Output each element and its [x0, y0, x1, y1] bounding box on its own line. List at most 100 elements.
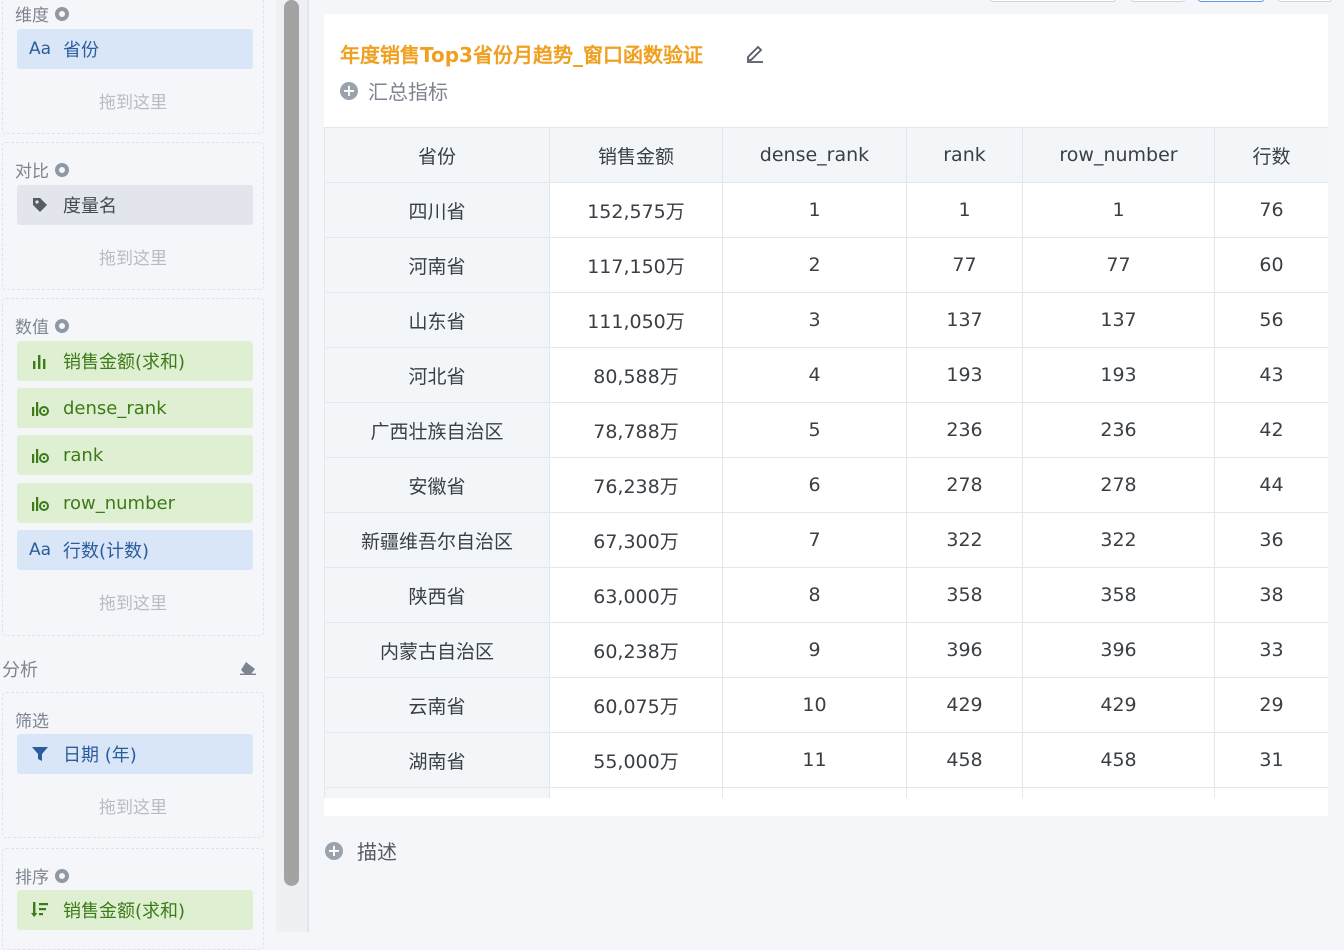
table-row: 四川省 152,575万 1 1 1 76 [324, 182, 1328, 238]
gear-icon[interactable] [55, 318, 69, 333]
table-cell: 3 [722, 292, 907, 348]
sort-icon [29, 901, 51, 919]
field-pill-row-count[interactable]: Aa 行数(计数) [17, 530, 253, 570]
panel-divider [308, 0, 309, 932]
table-cell: 193 [906, 347, 1023, 403]
row-header-cell: 河北省 [324, 347, 550, 403]
drop-zone[interactable]: 拖到这里 [3, 88, 263, 113]
sort-section: 排序 销售金额(求和) [2, 848, 264, 950]
table-cell: 396 [906, 622, 1023, 678]
table-row: 云南省 60,075万 10 429 429 29 [324, 677, 1328, 733]
values-title: 数值 [15, 318, 49, 338]
table-cell: 458 [1022, 732, 1215, 788]
table-row [324, 787, 1328, 798]
table-cell: 1 [722, 182, 907, 238]
field-pill-measure-name[interactable]: 度量名 [17, 185, 253, 225]
drop-zone[interactable]: 拖到这里 [3, 589, 263, 614]
field-pill-province[interactable]: Aa 省份 [17, 29, 253, 69]
field-pill-dense-rank[interactable]: dense_rank [17, 388, 253, 428]
row-header-cell: 新疆维吾尔自治区 [324, 512, 550, 568]
table-cell: 78,788万 [549, 402, 723, 458]
gear-icon[interactable] [55, 6, 69, 21]
filter-title: 筛选 [15, 712, 49, 732]
toolbar-button[interactable] [990, 0, 1116, 2]
table-cell: 1 [906, 182, 1023, 238]
tag-icon [29, 196, 51, 214]
table-cell [1022, 787, 1215, 798]
table-cell: 63,000万 [549, 567, 723, 623]
field-label: 度量名 [63, 196, 117, 217]
drop-zone[interactable]: 拖到这里 [3, 244, 263, 269]
data-table: 省份 销售金额 dense_rank rank row_number 行数 四川… [324, 127, 1328, 798]
table-cell: 117,150万 [549, 237, 723, 293]
add-description[interactable]: + 描述 [325, 836, 397, 865]
field-pill-sort-sales[interactable]: 销售金额(求和) [17, 890, 253, 930]
table-header-row: 省份 销售金额 dense_rank rank row_number 行数 [324, 127, 1328, 183]
column-header[interactable]: 销售金额 [549, 127, 723, 183]
chart-title[interactable]: 年度销售Top3省份月趋势_窗口函数验证 [340, 39, 703, 68]
toolbar-button-active[interactable] [1198, 0, 1264, 2]
table-cell: 137 [1022, 292, 1215, 348]
table-cell: 60,238万 [549, 622, 723, 678]
table-cell: 278 [1022, 457, 1215, 513]
table-cell: 44 [1214, 457, 1328, 513]
table-cell: 77 [1022, 237, 1215, 293]
table-row: 河北省 80,588万 4 193 193 43 [324, 347, 1328, 403]
table-cell: 4 [722, 347, 907, 403]
row-header-cell: 山东省 [324, 292, 550, 348]
gear-icon[interactable] [55, 162, 69, 177]
toolbar-button[interactable] [1278, 0, 1332, 2]
field-pill-row-number[interactable]: row_number [17, 483, 253, 523]
dimension-title: 维度 [15, 6, 49, 26]
table-cell: 56 [1214, 292, 1328, 348]
field-label: 行数(计数) [63, 541, 150, 562]
table-row: 新疆维吾尔自治区 67,300万 7 322 322 36 [324, 512, 1328, 568]
analysis-title: 分析 [2, 660, 38, 681]
scrollbar-thumb[interactable] [284, 0, 299, 886]
field-pill-date-year[interactable]: 日期 (年) [17, 734, 253, 774]
table-row: 安徽省 76,238万 6 278 278 44 [324, 457, 1328, 513]
column-header[interactable]: 省份 [324, 127, 550, 183]
table-cell: 67,300万 [549, 512, 723, 568]
row-header-cell: 陕西省 [324, 567, 550, 623]
table-cell: 358 [1022, 567, 1215, 623]
table-cell [1214, 787, 1328, 798]
edit-pencil-icon[interactable] [744, 42, 766, 64]
table-cell: 2 [722, 237, 907, 293]
table-cell: 458 [906, 732, 1023, 788]
toolbar-button[interactable] [1131, 0, 1185, 2]
gear-icon[interactable] [55, 868, 69, 883]
table-cell: 60,075万 [549, 677, 723, 733]
table-cell: 396 [1022, 622, 1215, 678]
plus-circle-icon: + [340, 81, 358, 100]
compare-section: 对比 度量名 拖到这里 [2, 142, 264, 290]
table-cell: 43 [1214, 347, 1328, 403]
column-header[interactable]: 行数 [1214, 127, 1328, 183]
eraser-icon[interactable] [240, 661, 256, 675]
table-cell: 278 [906, 457, 1023, 513]
summary-label: 汇总指标 [368, 80, 448, 104]
field-pill-sales-sum[interactable]: 销售金额(求和) [17, 341, 253, 381]
column-header[interactable]: dense_rank [722, 127, 907, 183]
field-pill-rank[interactable]: rank [17, 435, 253, 475]
add-summary-metric[interactable]: + 汇总指标 [340, 76, 448, 105]
filter-icon [29, 745, 51, 763]
field-label: 销售金额(求和) [63, 352, 186, 373]
field-panel: 维度 Aa 省份 拖到这里 对比 度量名 拖到这里 数值 销售金额(求和) de… [0, 0, 276, 950]
bar-chart-icon [29, 352, 51, 370]
column-header[interactable]: row_number [1022, 127, 1215, 183]
table-cell: 42 [1214, 402, 1328, 458]
calc-measure-icon [29, 494, 51, 512]
table-cell: 60 [1214, 237, 1328, 293]
field-label: 日期 (年) [63, 745, 137, 766]
column-header[interactable]: rank [906, 127, 1023, 183]
table-cell: 429 [906, 677, 1023, 733]
field-label: 销售金额(求和) [63, 901, 186, 922]
table-cell: 7 [722, 512, 907, 568]
calc-measure-icon [29, 399, 51, 417]
drop-zone[interactable]: 拖到这里 [3, 793, 263, 818]
table-cell: 322 [906, 512, 1023, 568]
row-header-cell: 广西壮族自治区 [324, 402, 550, 458]
table-cell: 76 [1214, 182, 1328, 238]
table-cell [324, 787, 550, 798]
